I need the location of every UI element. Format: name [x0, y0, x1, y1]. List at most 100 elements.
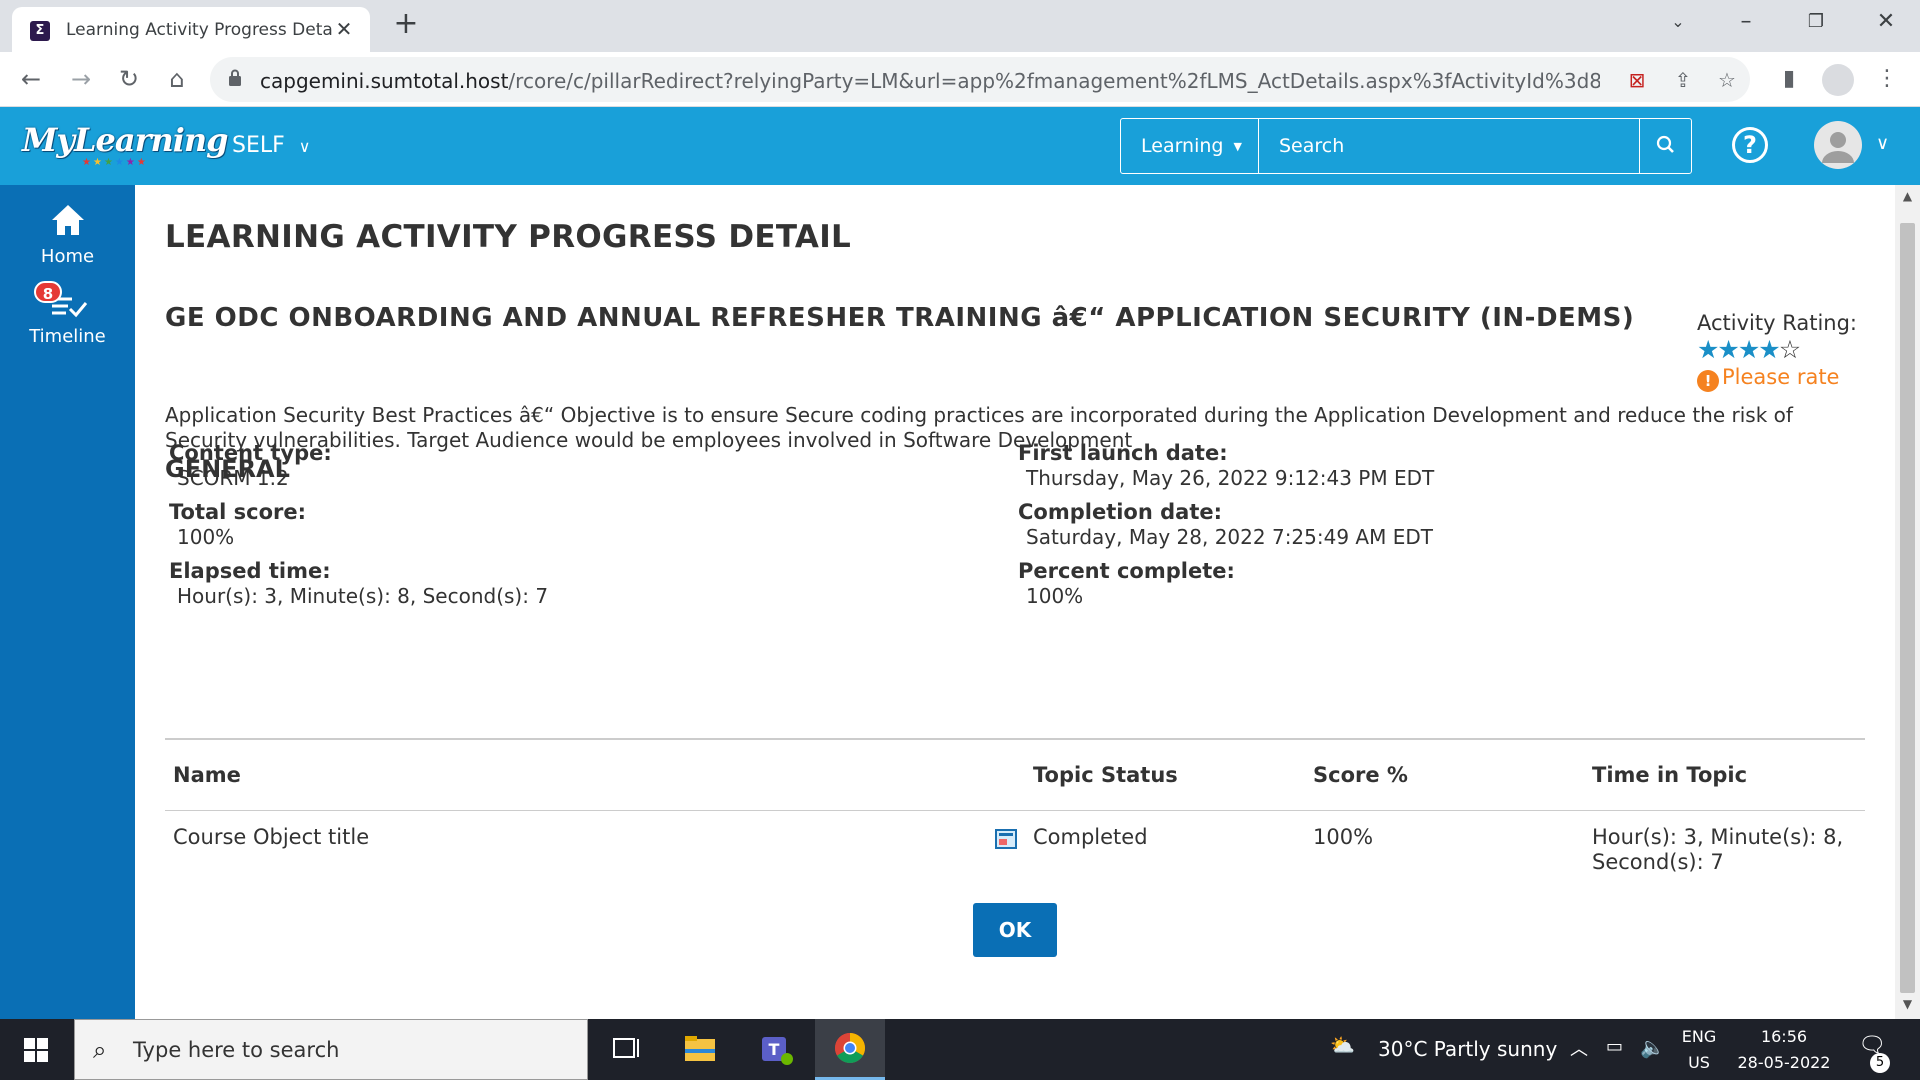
start-button[interactable]: [0, 1019, 72, 1080]
notification-count: 5: [1870, 1053, 1890, 1073]
show-hidden-icons[interactable]: ︿: [1570, 1035, 1588, 1061]
activity-rating-label: Activity Rating:: [1697, 311, 1857, 335]
address-bar[interactable]: capgemini.sumtotal.host/rcore/c/pillarRe…: [210, 57, 1750, 102]
nav-timeline-label: Timeline: [29, 326, 106, 347]
table-header-divider: [165, 810, 1865, 811]
search-icon: [1656, 135, 1674, 153]
left-navigation: Home Timeline 8: [0, 185, 135, 1019]
restore-button[interactable]: ❐: [1796, 7, 1836, 37]
minimize-button[interactable]: –: [1726, 7, 1766, 37]
completion-date-label: Completion date:: [1018, 500, 1223, 524]
caret-down-icon: ▼: [1233, 139, 1242, 153]
file-explorer-icon[interactable]: [665, 1019, 735, 1080]
elapsed-time-value: Hour(s): 3, Minute(s): 8, Second(s): 7: [177, 584, 549, 608]
warning-icon: !: [1697, 370, 1719, 392]
col-header-name: Name: [173, 763, 241, 787]
lang-top[interactable]: ENG: [1678, 1027, 1720, 1046]
star-icon[interactable]: ☆: [1712, 65, 1742, 95]
nav-timeline[interactable]: Timeline: [0, 285, 135, 347]
user-icon: [1822, 132, 1854, 163]
account-chevron-icon[interactable]: ∨: [1876, 133, 1889, 154]
please-rate-link[interactable]: ! Please rate: [1697, 365, 1839, 392]
menu-icon[interactable]: ⋮: [1870, 62, 1904, 96]
search-category-dropdown[interactable]: Learning ▼: [1121, 119, 1259, 173]
browser-toolbar: ← → ↻ ⌂ capgemini.sumtotal.host/rcore/c/…: [0, 52, 1920, 107]
home-nav-icon: [51, 205, 84, 235]
battery-icon[interactable]: ▭: [1606, 1036, 1623, 1057]
weather-text[interactable]: 30°C Partly sunny: [1378, 1037, 1557, 1061]
tab-close-icon[interactable]: ✕: [332, 17, 356, 41]
lock-icon: [229, 69, 241, 86]
col-header-score: Score %: [1313, 763, 1408, 787]
course-title: GE ODC ONBOARDING AND ANNUAL REFRESHER T…: [165, 303, 1635, 333]
percent-complete-value: 100%: [1026, 584, 1084, 608]
total-score-field: Total score: 100%: [169, 500, 306, 550]
completion-date-value: Saturday, May 28, 2022 7:25:49 AM EDT: [1026, 525, 1433, 549]
row-score: 100%: [1313, 825, 1374, 849]
search-icon: ⌕: [93, 1036, 107, 1064]
row-time: Hour(s): 3, Minute(s): 8, Second(s): 7: [1592, 825, 1844, 874]
new-tab-button[interactable]: +: [390, 9, 422, 41]
clock-time[interactable]: 16:56: [1730, 1027, 1838, 1046]
percent-complete-field: Percent complete: 100%: [1018, 559, 1235, 609]
please-rate-text: Please rate: [1722, 365, 1840, 389]
search-button[interactable]: [1639, 119, 1691, 173]
star-icon[interactable]: ★: [1758, 335, 1780, 364]
search-input[interactable]: [1259, 119, 1639, 173]
taskbar-search-placeholder: Type here to search: [133, 1038, 340, 1062]
total-score-value: 100%: [177, 525, 235, 549]
chevron-down-icon: ∨: [298, 137, 311, 156]
taskbar-search[interactable]: ⌕ Type here to search: [74, 1019, 588, 1080]
scroll-up-icon[interactable]: ▲: [1895, 189, 1920, 209]
ok-button[interactable]: OK: [973, 903, 1057, 957]
share-icon[interactable]: ⇪: [1668, 65, 1698, 95]
rating-stars[interactable]: ★★★★☆: [1697, 335, 1801, 364]
percent-complete-label: Percent complete:: [1018, 559, 1235, 583]
forward-icon[interactable]: →: [64, 62, 98, 96]
close-window-button[interactable]: ✕: [1866, 7, 1906, 37]
help-button[interactable]: ?: [1732, 127, 1768, 163]
page-title: LEARNING ACTIVITY PROGRESS DETAIL: [165, 219, 852, 255]
reload-icon[interactable]: ↻: [112, 62, 146, 96]
first-launch-label: First launch date:: [1018, 441, 1228, 465]
weather-icon[interactable]: ⛅: [1330, 1033, 1355, 1057]
avatar[interactable]: [1814, 121, 1862, 169]
logo-text: MyLearning: [22, 121, 229, 159]
scroll-down-icon[interactable]: ▼: [1895, 997, 1920, 1017]
completion-date-field: Completion date: Saturday, May 28, 2022 …: [1018, 500, 1433, 550]
star-icon[interactable]: ★: [1738, 335, 1760, 364]
nav-home[interactable]: Home: [0, 203, 135, 267]
nav-home-label: Home: [40, 246, 95, 267]
profile-icon[interactable]: [1822, 64, 1854, 96]
blocked-popup-icon[interactable]: ⊠: [1622, 65, 1652, 95]
self-menu[interactable]: SELF ∨: [232, 129, 311, 163]
row-status: Completed: [1033, 825, 1148, 849]
star-icon[interactable]: ★: [1697, 335, 1719, 364]
star-icon[interactable]: ★: [1717, 335, 1739, 364]
clock-date[interactable]: 28-05-2022: [1730, 1053, 1838, 1072]
teams-icon[interactable]: T: [740, 1019, 810, 1080]
row-name: Course Object title: [173, 825, 370, 849]
mylearning-logo[interactable]: MyLearning ★★★★★★: [22, 121, 229, 171]
col-header-time-in-topic: Time in Topic: [1592, 763, 1748, 787]
content-type-value: SCORM 1.2: [177, 466, 289, 490]
app-header: MyLearning ★★★★★★ SELF ∨ Learning ▼ ? ∨: [0, 107, 1920, 185]
lang-bottom[interactable]: US: [1678, 1053, 1720, 1072]
elapsed-time-field: Elapsed time: Hour(s): 3, Minute(s): 8, …: [169, 559, 548, 609]
chrome-icon[interactable]: [815, 1019, 885, 1080]
tab-search-chevron-icon[interactable]: ⌄: [1658, 7, 1698, 37]
volume-icon[interactable]: 🔈: [1640, 1035, 1665, 1059]
browser-tab[interactable]: Σ Learning Activity Progress Detail ✕: [12, 7, 370, 52]
home-icon[interactable]: ⌂: [160, 62, 194, 96]
star-empty-icon[interactable]: ☆: [1779, 335, 1801, 364]
search-category-label: Learning: [1141, 135, 1224, 157]
windows-taskbar: ⌕ Type here to search T ⛅ 30°C Partly su…: [0, 1019, 1920, 1080]
url-text: capgemini.sumtotal.host/rcore/c/pillarRe…: [260, 69, 1600, 93]
col-header-topic-status: Topic Status: [1033, 763, 1178, 787]
task-view-icon[interactable]: [590, 1019, 660, 1080]
back-icon[interactable]: ←: [14, 62, 48, 96]
elapsed-time-label: Elapsed time:: [169, 559, 331, 583]
page-scrollbar[interactable]: ▲ ▼: [1895, 185, 1920, 1019]
scroll-thumb[interactable]: [1900, 223, 1915, 993]
sidepanel-icon[interactable]: ▮: [1772, 62, 1806, 96]
